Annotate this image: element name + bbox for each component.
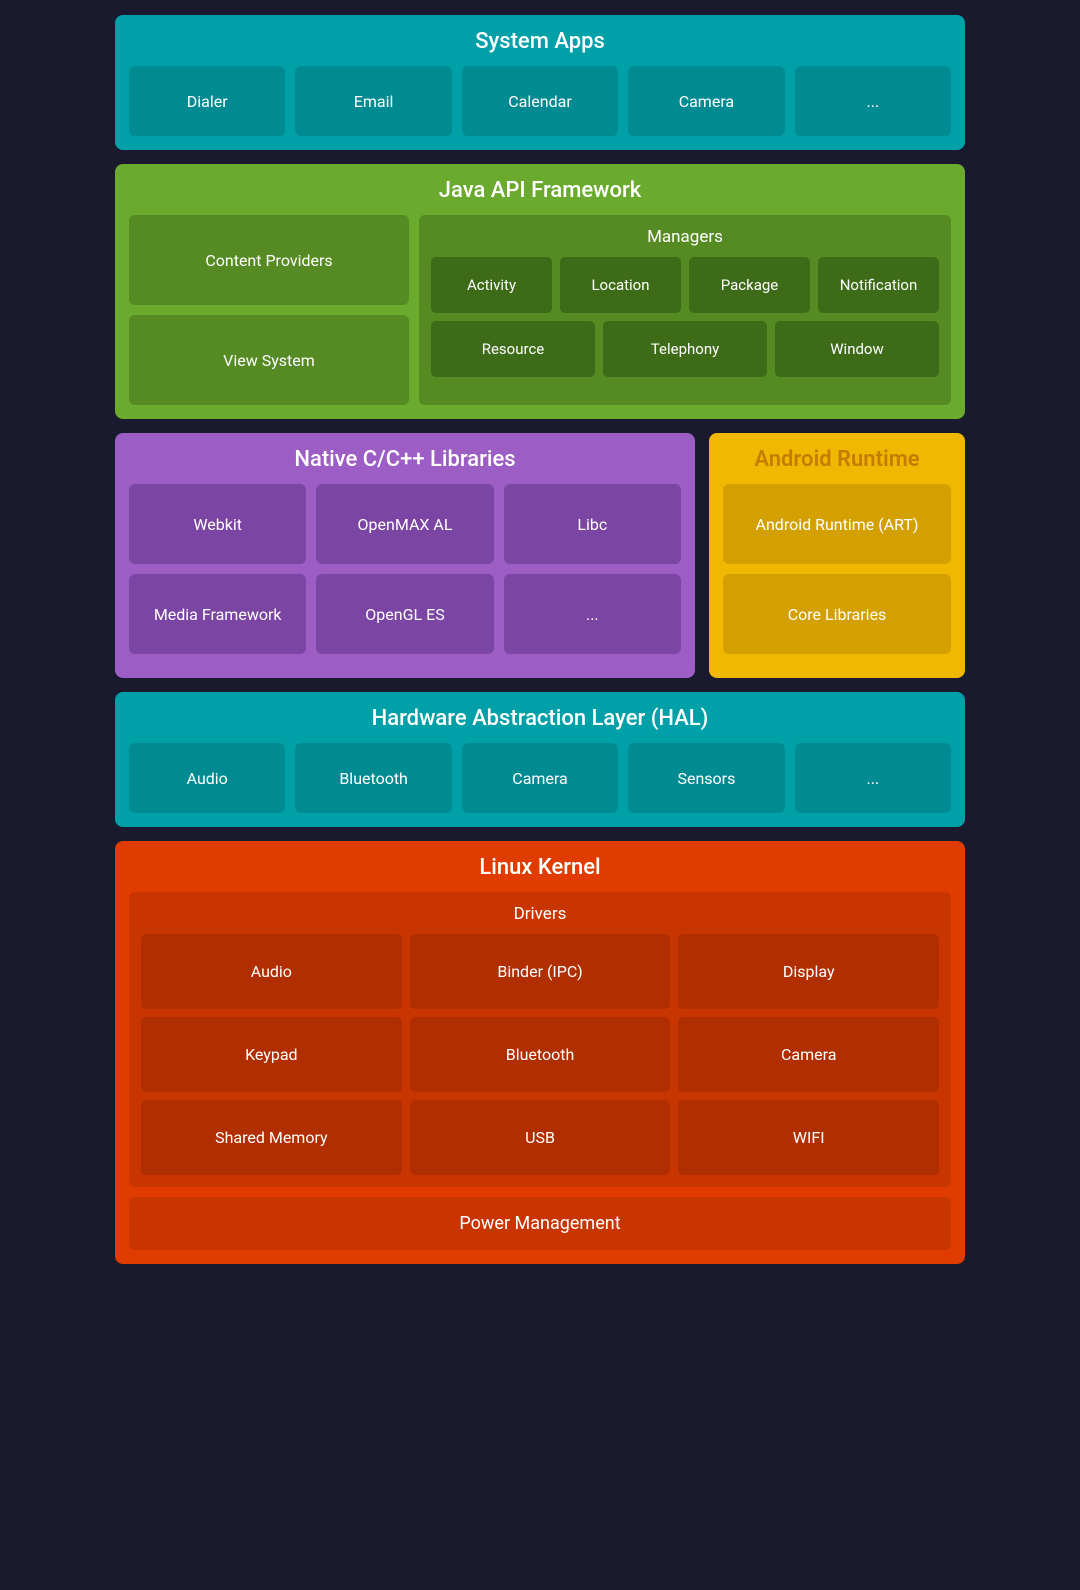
managers-box: Managers Activity Location Package Notif… [419,215,951,405]
cell-telephony: Telephony [603,321,767,377]
cell-resource: Resource [431,321,595,377]
drivers-title: Drivers [141,904,939,924]
android-runtime-layer: Android Runtime Android Runtime (ART) Co… [709,433,965,678]
cell-media-framework: Media Framework [129,574,306,654]
drivers-row-3: Shared Memory USB WIFI [141,1100,939,1175]
hal-title: Hardware Abstraction Layer (HAL) [129,706,951,731]
linux-kernel-layer: Linux Kernel Drivers Audio Binder (IPC) … [115,841,965,1264]
android-runtime-title: Android Runtime [723,447,951,472]
cell-driver-wifi: WIFI [678,1100,939,1175]
native-cpp-grid: Webkit OpenMAX AL Libc Media Framework O… [129,484,681,654]
cell-activity: Activity [431,257,552,313]
cell-driver-display: Display [678,934,939,1009]
hal-cells: Audio Bluetooth Camera Sensors ... [129,743,951,813]
cell-driver-shared-memory: Shared Memory [141,1100,402,1175]
native-cpp-row-1: Webkit OpenMAX AL Libc [129,484,681,564]
system-apps-title: System Apps [129,29,951,54]
cell-content-providers: Content Providers [129,215,409,305]
drivers-row-2: Keypad Bluetooth Camera [141,1017,939,1092]
cell-view-system: View System [129,315,409,405]
cell-hal-sensors: Sensors [628,743,784,813]
cell-art: Android Runtime (ART) [723,484,951,564]
drivers-grid: Audio Binder (IPC) Display Keypad Blueto… [141,934,939,1175]
cell-hal-camera: Camera [462,743,618,813]
managers-row-2: Resource Telephony Window [431,321,939,377]
cell-cpp-more: ... [504,574,681,654]
cell-webkit: Webkit [129,484,306,564]
cell-camera: Camera [628,66,784,136]
managers-title: Managers [431,227,939,247]
managers-row-1: Activity Location Package Notification [431,257,939,313]
java-api-content: Content Providers View System Managers A… [129,215,951,405]
drivers-row-1: Audio Binder (IPC) Display [141,934,939,1009]
cell-location: Location [560,257,681,313]
system-apps-layer: System Apps Dialer Email Calendar Camera… [115,15,965,150]
cell-window: Window [775,321,939,377]
cell-driver-keypad: Keypad [141,1017,402,1092]
cell-calendar: Calendar [462,66,618,136]
cell-hal-audio: Audio [129,743,285,813]
cell-openmax: OpenMAX AL [316,484,493,564]
cell-email: Email [295,66,451,136]
cell-core-libraries: Core Libraries [723,574,951,654]
cell-more: ... [795,66,951,136]
cell-driver-usb: USB [410,1100,671,1175]
native-runtime-row: Native C/C++ Libraries Webkit OpenMAX AL… [115,433,965,678]
cell-notification: Notification [818,257,939,313]
cell-driver-camera: Camera [678,1017,939,1092]
native-cpp-layer: Native C/C++ Libraries Webkit OpenMAX AL… [115,433,695,678]
cell-hal-bluetooth: Bluetooth [295,743,451,813]
cell-package: Package [689,257,810,313]
managers-grid: Activity Location Package Notification R… [431,257,939,377]
cell-driver-audio: Audio [141,934,402,1009]
cell-dialer: Dialer [129,66,285,136]
native-cpp-title: Native C/C++ Libraries [129,447,681,472]
system-apps-cells: Dialer Email Calendar Camera ... [129,66,951,136]
cell-driver-binder: Binder (IPC) [410,934,671,1009]
linux-kernel-title: Linux Kernel [129,855,951,880]
java-api-title: Java API Framework [129,178,951,203]
power-management: Power Management [129,1197,951,1250]
drivers-box: Drivers Audio Binder (IPC) Display Keypa… [129,892,951,1187]
hal-layer: Hardware Abstraction Layer (HAL) Audio B… [115,692,965,827]
native-cpp-row-2: Media Framework OpenGL ES ... [129,574,681,654]
cell-libc: Libc [504,484,681,564]
cell-hal-more: ... [795,743,951,813]
java-api-left: Content Providers View System [129,215,409,405]
cell-driver-bluetooth: Bluetooth [410,1017,671,1092]
java-api-layer: Java API Framework Content Providers Vie… [115,164,965,419]
cell-opengl: OpenGL ES [316,574,493,654]
